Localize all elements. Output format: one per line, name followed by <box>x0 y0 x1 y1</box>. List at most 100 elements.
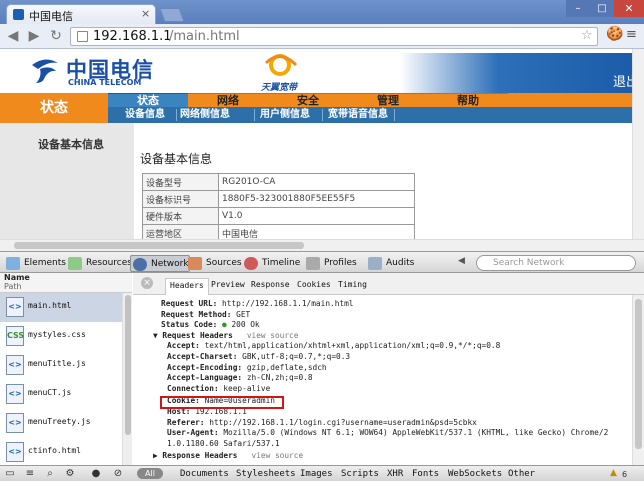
sidebar-item-device-basic-info[interactable]: 设备基本信息 <box>38 136 104 152</box>
warning-count[interactable]: 6 <box>622 470 627 479</box>
filter-documents[interactable]: Documents <box>180 467 229 481</box>
tab-headers[interactable]: Headers <box>165 278 209 295</box>
clear-icon[interactable]: ⊘ <box>112 468 124 480</box>
bookmark-star-icon[interactable]: ☆ <box>581 28 593 43</box>
resource-list-header: Name Path <box>0 273 132 293</box>
resource-name: menuTitle.js <box>28 359 86 368</box>
subnav-voice-info[interactable]: 宽带语音信息 <box>328 109 388 121</box>
devtools-status-bar: ▭ ≡ ⌕ ⚙ ● ⊘ All Documents Stylesheets Im… <box>0 465 644 481</box>
devtools-tab-network[interactable]: Network <box>130 255 190 272</box>
nav-tab-security[interactable]: 安全 <box>268 93 348 107</box>
detail-scrollbar[interactable] <box>632 295 644 465</box>
resource-name: menuCT.js <box>28 388 72 397</box>
nav-tab-network[interactable]: 网络 <box>188 93 268 107</box>
window-close-button[interactable]: ✕ <box>614 0 644 17</box>
profiles-icon <box>306 257 320 270</box>
filter-all[interactable]: All <box>137 468 163 479</box>
header-key: Request URL: <box>161 299 218 308</box>
header-key: Accept-Charset: <box>167 352 238 361</box>
device-info-table: 设备型号 RG201O-CA 设备标识号 1880F5-323001880F5EE5… <box>142 173 415 239</box>
dock-icon[interactable]: ▭ <box>4 468 16 480</box>
nav-tab-help[interactable]: 帮助 <box>428 93 508 107</box>
warning-icon[interactable]: ▲ <box>610 468 617 478</box>
console-icon[interactable]: ≡ <box>24 468 36 480</box>
devtools-tab-profiles[interactable]: Profiles <box>304 255 357 272</box>
filter-websockets[interactable]: WebSockets <box>448 467 502 481</box>
header-value: Mozilla/5.0 (Windows NT 6.1; WOW64) Appl… <box>223 428 609 438</box>
tab-close-icon[interactable]: × <box>141 7 150 20</box>
subnav-user-info[interactable]: 用户侧信息 <box>260 109 310 121</box>
browser-tab[interactable]: 中国电信 × <box>6 4 156 24</box>
view-source-link[interactable]: view source <box>247 331 299 340</box>
info-value: 中国电信 <box>218 224 415 239</box>
record-icon[interactable]: ● <box>90 468 102 480</box>
devtools-tab-timeline[interactable]: Timeline <box>242 255 300 272</box>
list-item[interactable]: <> main.html <box>0 293 132 322</box>
devtools-toolbar: Elements Resources Network Sources Timel… <box>0 251 644 273</box>
tab-cookies[interactable]: Cookies <box>293 278 335 295</box>
devtools-tab-resources[interactable]: Resources <box>66 255 132 272</box>
filter-scripts[interactable]: Scripts <box>341 467 379 481</box>
header-key: Accept: <box>167 341 200 351</box>
reload-icon[interactable]: ↻ <box>47 27 65 45</box>
banner-gradient <box>400 53 644 93</box>
info-key: 设备标识号 <box>142 190 219 208</box>
settings-gear-icon[interactable]: ⚙ <box>64 468 76 480</box>
window-maximize-button[interactable]: □ <box>590 0 614 17</box>
close-detail-icon[interactable]: × <box>141 277 153 289</box>
china-telecom-logo-icon <box>32 59 58 83</box>
filter-other[interactable]: Other <box>508 467 535 481</box>
back-arrow-icon[interactable]: ◀ <box>4 27 22 45</box>
subnav-divider <box>254 109 255 121</box>
resource-list-scrollbar[interactable] <box>122 293 132 465</box>
subnav-network-info[interactable]: 网络侧信息 <box>180 109 230 121</box>
page-vertical-scrollbar[interactable] <box>632 49 644 239</box>
network-search-input[interactable]: Search Network <box>476 255 636 271</box>
nav-tab-manage[interactable]: 管理 <box>348 93 428 107</box>
resource-name: menuTreety.js <box>28 417 91 426</box>
logo-english-text: CHINA TELECOM <box>68 78 142 87</box>
scroll-thumb[interactable] <box>125 295 131 435</box>
wrench-menu-icon[interactable]: ≡ <box>626 27 637 42</box>
devtools-tab-sources[interactable]: Sources <box>186 255 242 272</box>
list-item[interactable]: <> menuTreety.js <box>0 409 132 438</box>
tab-preview[interactable]: Preview <box>207 278 249 295</box>
resources-icon <box>68 257 82 270</box>
devtools-tab-audits[interactable]: Audits <box>366 255 414 272</box>
column-name[interactable]: Name <box>4 273 30 282</box>
list-item[interactable]: <> ctinfo.html <box>0 438 132 467</box>
cookie-extension-icon[interactable]: 🍪 <box>606 26 623 42</box>
filter-images[interactable]: Images <box>300 467 333 481</box>
view-source-link[interactable]: view source <box>252 451 304 460</box>
filter-xhr[interactable]: XHR <box>387 467 403 481</box>
filter-fonts[interactable]: Fonts <box>412 467 439 481</box>
header-value: http://192.168.1.1/login.cgi?username=us… <box>209 417 477 427</box>
address-bar[interactable]: 192.168.1.1 /main.html ☆ <box>70 27 598 46</box>
filter-stylesheets[interactable]: Stylesheets <box>236 467 296 481</box>
header-row: Accept: text/html,application/xhtml+xml,… <box>167 341 500 352</box>
page-horizontal-scrollbar[interactable] <box>0 239 644 251</box>
info-key: 运营地区 <box>142 224 219 239</box>
forward-arrow-icon[interactable]: ▶ <box>25 27 43 45</box>
subnav-divider <box>176 109 177 121</box>
response-headers-group[interactable]: ▶ Response Headers view source <box>153 451 303 462</box>
header-value: zh-CN,zh;q=0.8 <box>246 373 313 383</box>
inspect-icon[interactable]: ⌕ <box>44 468 56 480</box>
tab-timing[interactable]: Timing <box>334 278 371 295</box>
subnav-device-info[interactable]: 设备信息 <box>125 109 165 121</box>
header-key: Accept-Language: <box>167 373 243 383</box>
scroll-thumb[interactable] <box>635 299 642 449</box>
request-headers-group[interactable]: ▼ Request Headers view source <box>153 331 298 342</box>
list-item[interactable]: <> menuCT.js <box>0 380 132 409</box>
window-minimize-button[interactable]: – <box>566 0 590 17</box>
tab-label: Resources <box>86 258 132 268</box>
list-item[interactable]: <> menuTitle.js <box>0 351 132 380</box>
devtools-tab-elements[interactable]: Elements <box>4 255 66 272</box>
tab-response[interactable]: Response <box>247 278 294 295</box>
list-item[interactable]: CSS mystyles.css <box>0 322 132 351</box>
nav-tab-status[interactable]: 状态 <box>108 93 188 107</box>
scroll-thumb[interactable] <box>14 242 304 249</box>
header-value: http://192.168.1.1/main.html <box>222 299 354 308</box>
timeline-icon <box>244 257 258 270</box>
more-tabs-icon[interactable]: ◀ <box>458 256 465 266</box>
